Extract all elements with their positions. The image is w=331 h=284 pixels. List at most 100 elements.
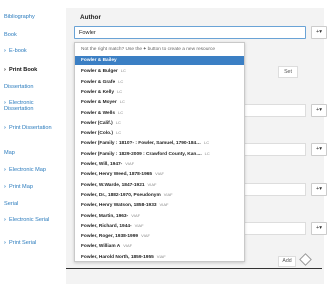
autocomplete-option[interactable]: Fowler (Colo.) LC [75,128,244,137]
add-resource-button[interactable]: +▾ [311,183,327,196]
option-source-badge: LC [115,119,121,125]
option-source-badge: VIAF [134,222,144,228]
sidebar-item-label: Electronic Serial [9,217,50,223]
add-resource-button[interactable]: +▾ [311,26,327,39]
autocomplete-option[interactable]: Fowler & Wells LC [75,108,244,117]
author-label: Author [80,14,101,21]
hint-text: button to create a new resource [147,47,216,52]
sidebar-item-print-map[interactable]: › Print Map [4,184,62,190]
sidebar-item-label: Print Map [9,184,33,190]
sidebar-item-bibliography[interactable]: Bibliography [4,14,62,20]
autocomplete-option[interactable]: Fowler & Moyer LC [75,97,244,106]
sidebar-item-label: Electronic Map [9,167,46,173]
option-source-badge: LC [119,99,125,105]
option-source-badge: LC [204,150,210,156]
autocomplete-option[interactable]: Fowler (Family : 1810?- : Fowler, Samuel… [75,138,244,147]
sidebar-item-electronic-serial[interactable]: › Electronic Serial [4,217,62,223]
option-name: Fowler & Moyer [81,100,117,106]
option-source-badge: VIAF [123,243,133,249]
option-name: Fowler, William A [81,244,121,250]
sidebar-item-label: E-book [9,48,27,54]
option-name: Fowler & Bailey [81,58,117,63]
add-resource-button[interactable]: +▾ [311,104,327,117]
sidebar-item-print-serial[interactable]: › Print Serial [4,240,62,246]
sidebar-item-label: Print Dissertation [9,125,52,131]
option-source-badge: LC [118,78,124,84]
option-name: Fowler (Calif.) [81,120,113,126]
sidebar-item-label: Print Book [9,67,38,73]
sidebar-item-dissertation[interactable]: Dissertation [4,84,62,90]
option-name: Fowler, Richard, 1944- [81,223,132,229]
option-name: Fowler, Dr., 1882-1970, Pseudonym [81,192,161,198]
sidebar-item-book[interactable]: Book [4,32,62,38]
add-resource-button[interactable]: +▾ [311,143,327,156]
autocomplete-option[interactable]: Fowler, W.Warde, 1847-1921 VIAF [75,180,244,189]
divider [66,268,322,269]
option-source-badge: VIAF [159,202,169,208]
option-source-badge: VIAF [131,212,141,218]
option-source-badge: LC [115,130,122,136]
sidebar-item-label: Dissertation [4,84,34,90]
sidebar-item-electronic-dissertation[interactable]: › Electronic Dissertation [4,100,62,113]
sidebar-item-electronic-map[interactable]: › Electronic Map [4,167,62,173]
option-source-badge: LC [203,140,210,146]
option-name: Fowler & Bulger [81,69,118,75]
autocomplete-option[interactable]: Fowler, Will, 1947- VIAF [75,159,244,168]
add-resource-button[interactable]: +▾ [311,222,327,235]
sidebar-item-label: Map [4,150,15,156]
set-button[interactable]: Set [278,66,298,78]
option-source-badge: LC [118,109,124,115]
dropdown-hint: Not the right match? Use the + button to… [81,47,215,52]
option-name: Fowler & Grafe [81,79,116,85]
autocomplete-dropdown: Not the right match? Use the + button to… [74,42,245,262]
autocomplete-option[interactable]: Fowler & Bulger LC [75,66,244,75]
option-name: Fowler (Colo.) [81,131,113,137]
option-source-badge: VIAF [125,161,135,166]
option-name: Fowler (Family : 1829-2009 : Crawford Co… [81,151,202,157]
sidebar: Bibliography Book › E-book › Print Book Di… [0,0,66,284]
option-name: Fowler, Harold North, 1859-1955 [81,254,154,260]
option-source-badge: VIAF [147,181,157,187]
sidebar-item-e-book[interactable]: › E-book [4,48,62,54]
sidebar-item-label: Bibliography [4,14,35,20]
sidebar-item-label: Book [4,32,17,38]
autocomplete-option[interactable]: Fowler & Kelly LC [75,87,244,96]
sidebar-item-label: Serial [4,201,19,207]
sidebar-item-print-book[interactable]: › Print Book [4,67,62,73]
option-source-badge: LC [120,68,126,74]
autocomplete-option[interactable]: Fowler, Martin, 1963- VIAF [75,211,244,220]
sidebar-item-map[interactable]: Map [4,150,62,156]
option-name: Fowler (Family : 1810?- : Fowler, Samuel… [81,141,201,147]
option-name: Fowler & Kelly [81,89,115,95]
autocomplete-option[interactable]: Fowler, Richard, 1944- VIAF [75,221,244,230]
option-source-badge: VIAF [163,191,173,197]
autocomplete-option[interactable]: Fowler, William A VIAF [75,241,244,250]
sidebar-item-print-dissertation[interactable]: › Print Dissertation [4,125,62,131]
autocomplete-option[interactable]: Fowler & Bailey [75,56,244,66]
autocomplete-option[interactable]: Fowler (Family : 1829-2009 : Crawford Co… [75,149,244,158]
option-name: Fowler, Martin, 1963- [81,213,129,219]
author-input[interactable]: Fowler [74,26,306,39]
option-source-badge: LC [117,88,123,94]
add-button[interactable]: Add [278,256,296,267]
sidebar-item-serial[interactable]: Serial [4,201,62,207]
option-name: Fowler, Henry Weed, 1878-1965 [81,172,153,178]
option-name: Fowler, Roger, 1938-1999 [81,234,139,240]
option-name: Fowler, Henry Watson, 1858-1933 [81,203,157,209]
sidebar-item-label: Electronic Dissertation [4,100,34,113]
autocomplete-option[interactable]: Fowler, Henry Weed, 1878-1965 VIAF [75,169,244,178]
option-name: Fowler, W.Warde, 1847-1921 [81,182,145,188]
autocomplete-option[interactable]: Fowler, Dr., 1882-1970, Pseudonym VIAF [75,190,244,199]
autocomplete-option[interactable]: Fowler, Henry Watson, 1858-1933 VIAF [75,200,244,209]
option-source-badge: VIAF [156,253,166,259]
autocomplete-option[interactable]: Fowler (Calif.) LC [75,118,244,127]
autocomplete-option[interactable]: Fowler, Roger, 1938-1999 VIAF [75,231,244,240]
plus-icon: + [143,47,147,52]
hint-text: Not the right match? Use the [81,47,143,52]
option-source-badge: VIAF [155,171,164,177]
option-name: Fowler & Wells [81,110,116,116]
sidebar-item-label: Print Serial [9,240,37,246]
autocomplete-option[interactable]: Fowler, Harold North, 1859-1955 VIAF [75,252,244,261]
option-source-badge: VIAF [141,233,150,239]
autocomplete-option[interactable]: Fowler & Grafe LC [75,77,244,86]
